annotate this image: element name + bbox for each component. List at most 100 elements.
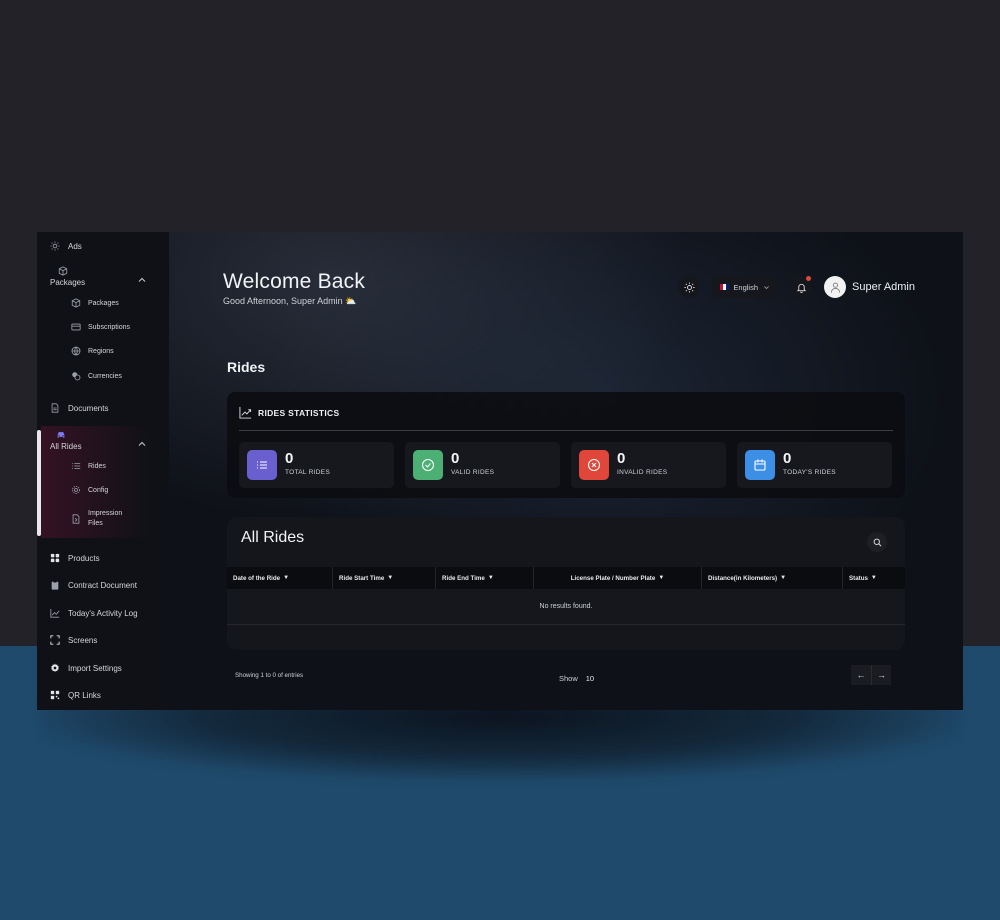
car-icon [56,430,66,440]
sort-caret-icon: ▼ [387,575,394,581]
sidebar-item-currencies[interactable]: Currencies [71,371,161,381]
page-heading: Welcome Back [223,270,366,293]
avatar[interactable] [824,276,847,298]
sidebar-item-config[interactable]: Config [71,485,161,495]
sidebar-item-products[interactable]: Products [50,553,182,563]
column-header-license-plate[interactable]: License Plate / Number Plate ▼ [534,567,702,589]
sidebar-item-screens[interactable]: Screens [50,635,182,645]
sidebar-item-label: All Rides [50,442,82,451]
sidebar-item-label: Packages [50,278,86,287]
check-circle-icon [413,450,443,480]
column-label: Ride Start Time [339,574,385,582]
table-empty-row: No results found. [227,589,905,625]
theme-toggle-button[interactable] [678,276,701,298]
prev-page-button[interactable]: ← [851,665,871,685]
topbar: English Super Admin [678,276,915,298]
sidebar: Ads Packages Packages Subscriptions Regi… [37,232,169,710]
sidebar-item-label: Contract Document [68,580,137,590]
x-circle-icon [579,450,609,480]
sidebar-item-contract-document[interactable]: Contract Document [50,580,182,590]
arrow-left-icon: ← [856,670,866,680]
sidebar-item-label: Documents [68,403,109,413]
search-button[interactable] [867,532,887,552]
column-header-end-time[interactable]: Ride End Time ▼ [436,567,534,589]
sidebar-item-packages-group[interactable]: Packages [50,266,140,287]
sidebar-item-activity-log[interactable]: Today's Activity Log [50,608,182,618]
column-header-distance[interactable]: Distance(in Kilometers) ▼ [702,567,843,589]
expand-icon [50,635,60,645]
box-icon [58,266,68,276]
table-title: All Rides [241,529,305,546]
table-header: Date of the Ride ▼ Ride Start Time ▼ Ride … [227,567,905,589]
sidebar-active-indicator [37,430,41,536]
sidebar-item-label: Today's Activity Log [68,608,138,618]
sidebar-item-impression-files[interactable]: Impression Files [71,509,161,529]
sidebar-item-label-line2: Files [88,520,103,527]
sidebar-item-ads[interactable]: Ads [50,241,182,251]
app-window: Ads Packages Packages Subscriptions Regi… [37,232,963,710]
gear-icon [50,663,60,673]
sort-caret-icon: ▼ [780,575,787,581]
column-header-start-time[interactable]: Ride Start Time ▼ [333,567,436,589]
sidebar-item-regions[interactable]: Regions [71,346,161,356]
sidebar-item-label: Impression [88,510,123,517]
sidebar-item-label: Currencies [88,372,122,380]
clipboard-icon [50,580,60,590]
stat-value: 0 [783,450,792,467]
sidebar-item-label: QR Links [68,690,101,700]
next-page-button[interactable]: → [871,665,891,685]
column-label: Distance(in Kilometers) [708,574,778,582]
stats-divider [239,430,893,431]
gear-icon [71,485,81,495]
language-selector[interactable]: English [712,276,779,298]
sidebar-item-qr-links[interactable]: QR Links [50,690,182,700]
stat-label: TODAY'S RIDES [783,469,836,476]
stat-label: VALID RIDES [451,469,495,476]
stat-valid-rides: 0 VALID RIDES [405,442,560,488]
language-label: English [733,282,759,292]
sidebar-item-subscriptions[interactable]: Subscriptions [71,322,161,332]
stat-value: 0 [451,450,460,467]
stat-total-rides: 0 TOTAL RIDES [239,442,394,488]
all-rides-table-card: All Rides Date of the Ride ▼ Ride Start T… [227,517,905,650]
stats-heading: RIDES STATISTICS [258,407,340,418]
sidebar-item-documents[interactable]: Documents [50,403,182,413]
greeting-text: Good Afternoon, Super Admin ⛅ [223,296,357,306]
sort-caret-icon: ▼ [487,575,494,581]
page-size-control[interactable]: Show 10 [559,674,594,683]
stat-todays-rides: 0 TODAY'S RIDES [737,442,892,488]
column-header-date[interactable]: Date of the Ride ▼ [227,567,333,589]
sidebar-item-import-settings[interactable]: Import Settings [50,663,182,673]
trend-icon [239,406,258,419]
chevron-up-icon[interactable] [137,272,147,282]
sidebar-item-all-rides[interactable]: All Rides [50,430,140,451]
sidebar-item-label: Config [88,486,109,494]
sort-caret-icon: ▼ [658,575,665,581]
chevron-down-icon [763,284,770,291]
chevron-up-icon[interactable] [137,436,147,446]
sidebar-item-label: Packages [88,299,119,307]
stats-header: RIDES STATISTICS [239,406,339,419]
uk-flag-icon [720,284,730,290]
column-label: Ride End Time [442,574,485,582]
sidebar-item-packages[interactable]: Packages [71,298,161,308]
sun-icon [50,241,60,251]
column-label: Date of the Ride [233,574,281,582]
user-name[interactable]: Super Admin [852,281,915,293]
rides-statistics-card: RIDES STATISTICS 0 TOTAL RIDES 0 VALID R… [227,392,905,498]
column-header-status[interactable]: Status ▼ [843,567,905,589]
welcome-block: Welcome Back Good Afternoon, Super Admin… [223,270,365,307]
grid-icon [50,553,60,563]
card-icon [71,322,81,332]
stat-value: 0 [285,450,294,467]
sidebar-item-rides[interactable]: Rides [71,461,161,471]
list-icon [71,461,81,471]
pagination: ← → [851,665,891,685]
stat-invalid-rides: 0 INVALID RIDES [571,442,726,488]
notifications-button[interactable] [790,276,813,298]
calendar-icon [745,450,775,480]
user-icon [829,281,842,294]
sidebar-item-label: Ads [68,241,82,251]
qr-icon [50,690,60,700]
page-size-value[interactable]: 10 [586,674,594,683]
